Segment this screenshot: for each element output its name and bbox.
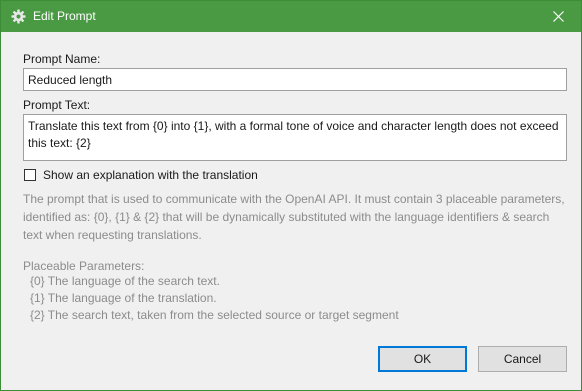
prompt-name-label: Prompt Name:: [23, 52, 101, 66]
window-title: Edit Prompt: [33, 9, 96, 23]
show-explanation-checkbox[interactable]: [24, 169, 36, 181]
close-icon: [553, 11, 564, 22]
edit-prompt-dialog: Edit Prompt Prompt Name: Prompt Text: Tr…: [0, 0, 582, 391]
description-line: The prompt that is used to communicate w…: [23, 192, 565, 206]
prompt-text-input[interactable]: Translate this text from {0} into {1}, w…: [23, 114, 567, 161]
show-explanation-label[interactable]: Show an explanation with the translation: [43, 168, 258, 182]
ok-button[interactable]: OK: [378, 346, 467, 372]
cancel-button[interactable]: Cancel: [478, 346, 567, 372]
params-heading: Placeable Parameters:: [23, 259, 145, 273]
title-bar: Edit Prompt: [1, 1, 581, 32]
description-line: text when requesting translations.: [23, 228, 202, 242]
gear-icon: [11, 9, 26, 24]
param-item: {0} The language of the search text.: [30, 274, 220, 288]
param-item: {1} The language of the translation.: [30, 291, 217, 305]
description-text: The prompt that is used to communicate w…: [23, 190, 568, 244]
close-button[interactable]: [537, 1, 581, 32]
param-item: {2} The search text, taken from the sele…: [30, 308, 399, 322]
description-line: identified as: {0}, {1} & {2} that will …: [23, 210, 550, 224]
prompt-name-input[interactable]: [23, 68, 567, 91]
prompt-text-label: Prompt Text:: [23, 98, 91, 112]
